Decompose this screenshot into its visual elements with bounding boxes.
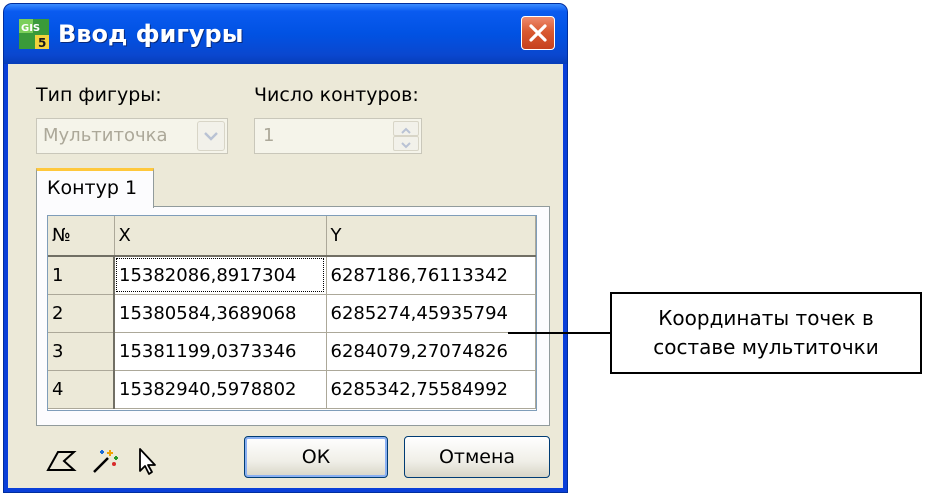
dropdown-button[interactable] [197, 121, 225, 151]
cancel-button[interactable]: Отмена [404, 436, 550, 478]
callout-line-2: составе мультиточки [653, 335, 879, 359]
coordinates-grid: № X Y 1 15382086,8917304 6287186,7611334… [47, 215, 537, 411]
tab-contour-1[interactable]: Контур 1 [36, 168, 154, 208]
y-cell[interactable]: 6284079,27074826 [326, 332, 536, 371]
row-number[interactable]: 3 [48, 332, 115, 371]
tab-panel: № X Y 1 15382086,8917304 6287186,7611334… [36, 206, 550, 426]
contours-count-value: 1 [263, 125, 275, 146]
callout-line-1: Координаты точек в [658, 306, 874, 330]
ok-button[interactable]: ОК [244, 436, 388, 478]
row-number[interactable]: 2 [48, 294, 115, 333]
column-header-x[interactable]: X [114, 216, 327, 257]
row-number[interactable]: 4 [48, 370, 115, 409]
svg-text:5: 5 [38, 36, 46, 50]
close-button[interactable] [521, 16, 555, 50]
table-row: 1 15382086,8917304 6287186,76113342 [48, 256, 536, 295]
x-cell[interactable]: 15382940,5978802 [114, 370, 327, 409]
window-title: Ввод фигуры [58, 20, 244, 48]
magic-wand-icon[interactable] [88, 446, 122, 480]
pointer-icon[interactable] [134, 446, 162, 480]
grid-header-row: № X Y [48, 216, 536, 257]
polygon-icon[interactable] [44, 446, 78, 478]
figure-type-select[interactable]: Мультиточка [36, 118, 228, 154]
spin-down-button[interactable] [393, 136, 419, 151]
y-cell[interactable]: 6285274,45935794 [326, 294, 536, 333]
svg-text:GIS: GIS [21, 23, 40, 34]
dialog-client-area: Тип фигуры: Число контуров: Мультиточка … [8, 64, 563, 488]
row-number[interactable]: 1 [48, 256, 115, 295]
contours-count-label: Число контуров: [254, 84, 419, 106]
x-cell[interactable]: 15381199,0373346 [114, 332, 327, 371]
y-cell[interactable]: 6287186,76113342 [326, 256, 536, 295]
title-bar[interactable]: GIS 5 Ввод фигуры [4, 4, 567, 64]
table-row: 2 15380584,3689068 6285274,45935794 [48, 294, 536, 333]
dialog-window: GIS 5 Ввод фигуры Тип фигуры: Число конт… [4, 4, 567, 492]
annotation-callout: Координаты точек в составе мультиточки [610, 292, 922, 374]
x-cell[interactable]: 15380584,3689068 [114, 294, 327, 333]
column-header-y[interactable]: Y [326, 216, 536, 257]
figure-type-label: Тип фигуры: [36, 84, 162, 106]
chevron-down-icon [401, 142, 411, 149]
x-cell[interactable]: 15382086,8917304 [114, 256, 327, 295]
gis-app-icon: GIS 5 [18, 18, 50, 50]
callout-connector [508, 332, 610, 334]
chevron-down-icon [204, 132, 218, 141]
contours-count-spinner[interactable]: 1 [254, 118, 422, 154]
spin-up-button[interactable] [393, 121, 419, 136]
table-row: 3 15381199,0373346 6284079,27074826 [48, 332, 536, 371]
column-header-number[interactable]: № [48, 216, 115, 257]
close-icon [529, 24, 547, 42]
y-cell[interactable]: 6285342,75584992 [326, 370, 536, 409]
tab-label: Контур 1 [47, 177, 138, 199]
table-row: 4 15382940,5978802 6285342,75584992 [48, 370, 536, 409]
figure-type-value: Мультиточка [43, 125, 168, 146]
